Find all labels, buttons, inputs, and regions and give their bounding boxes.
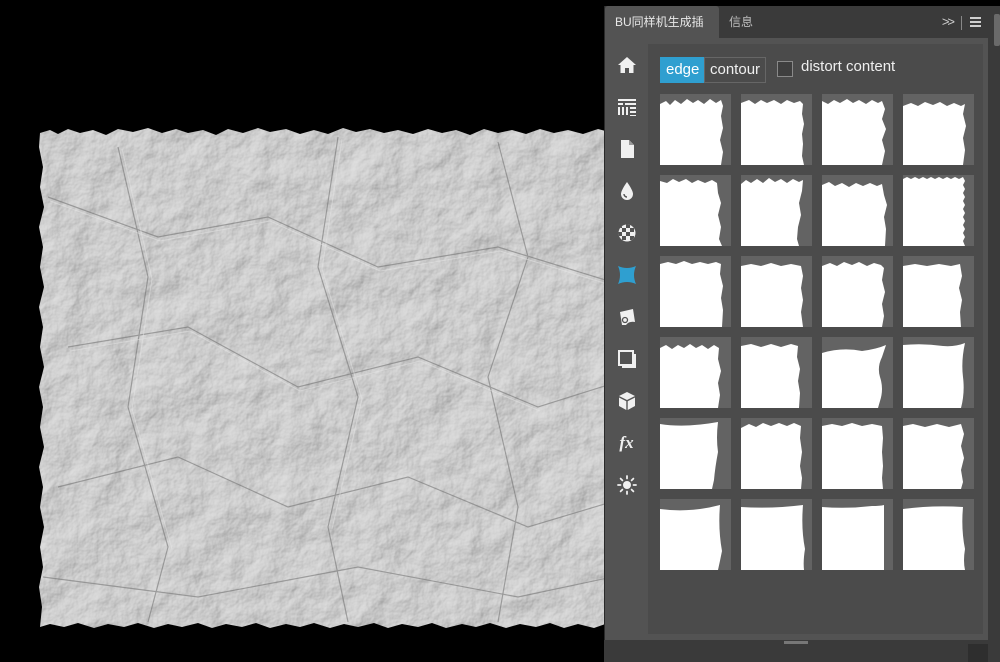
edge-thumbnail[interactable] [741,175,812,246]
drop-icon [620,182,633,200]
edge-thumbnail[interactable] [903,256,974,327]
edge-thumbnail[interactable] [660,175,731,246]
contour-mode-button[interactable]: contour [704,57,767,83]
panel-corner-grip[interactable] [968,644,988,662]
edge-thumbnail[interactable] [822,499,893,570]
edge-thumbnail[interactable] [903,337,974,408]
edge-thumbnail[interactable] [903,418,974,489]
sidebar-item-checker[interactable] [605,212,648,254]
edge-thumbnail[interactable] [660,94,731,165]
edge-thumbnail[interactable] [741,94,812,165]
sidebar-item-frame[interactable] [605,338,648,380]
plugin-sidebar: fx [605,38,648,640]
edge-thumbnail[interactable] [660,256,731,327]
sun-icon [616,475,637,495]
sidebar-item-edge-active[interactable] [605,254,648,296]
panel-tab-bar: BU同样机生成插件 信息 >> [605,6,989,61]
sidebar-item-patterns[interactable] [605,86,648,128]
edge-content-area: edge contour distort content [648,44,983,634]
sidebar-item-light[interactable] [605,464,648,506]
panel-menu-icon[interactable] [970,17,981,29]
edge-thumbnail[interactable] [660,337,731,408]
document-icon [620,140,634,158]
document-canvas[interactable] [0,0,605,662]
fx-icon: fx [619,433,634,452]
panel-bottom-strip [604,640,988,662]
edge-thumbnail[interactable] [660,418,731,489]
collapse-panel-button[interactable]: >> [942,14,955,29]
sidebar-item-paper-curl[interactable] [605,296,648,338]
edge-thumbnail[interactable] [903,175,974,246]
edge-thumbnail[interactable] [903,94,974,165]
frame-icon [617,350,636,368]
paper-curl-icon [619,309,635,325]
edge-thumbnail[interactable] [822,418,893,489]
tab-info[interactable]: 信息 [719,6,765,38]
edge-thumbnail[interactable] [903,499,974,570]
checker-ball-icon [618,224,635,242]
edge-thumbnail[interactable] [822,94,893,165]
scrollbar-thumb[interactable] [994,14,1000,46]
edge-thumbnail[interactable] [660,499,731,570]
sidebar-item-fx[interactable]: fx [605,422,648,464]
edge-thumbnail[interactable] [822,337,893,408]
distort-content-checkbox[interactable] [777,61,793,77]
sidebar-item-drop[interactable] [605,170,648,212]
edge-thumbnail[interactable] [741,499,812,570]
workspace-right-scrollbar[interactable] [988,6,1000,662]
panel-resize-handle[interactable] [784,641,808,644]
edge-mode-button[interactable]: edge [660,57,706,83]
pattern-grid-icon [617,99,636,116]
sidebar-item-home[interactable] [605,44,648,86]
distort-content-label: distort content [801,58,896,75]
edge-thumbnail[interactable] [741,256,812,327]
cube-icon [618,392,635,410]
tab-bar-divider [961,16,962,30]
edge-thumbnail[interactable] [741,337,812,408]
tab-bu-mockup-plugin[interactable]: BU同样机生成插件 [605,6,719,61]
home-icon [617,57,636,73]
sidebar-item-cube[interactable] [605,380,648,422]
edge-thumbnail[interactable] [822,256,893,327]
crumpled-paper-image [39,128,605,628]
edge-thumbnail[interactable] [741,418,812,489]
edge-thumbnail[interactable] [822,175,893,246]
plugin-panel: BU同样机生成插件 信息 >> [604,6,989,640]
edge-shape-icon [617,266,636,284]
sidebar-item-document[interactable] [605,128,648,170]
